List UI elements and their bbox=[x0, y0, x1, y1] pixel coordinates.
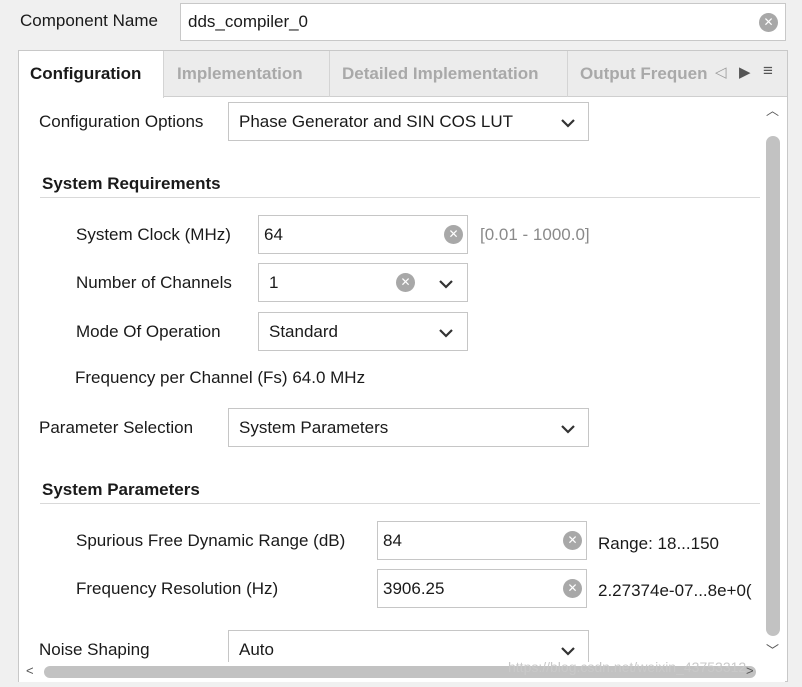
noise-shaping-value: Auto bbox=[239, 640, 274, 659]
system-clock-range: [0.01 - 1000.0] bbox=[480, 225, 590, 244]
watermark-text: https://blog.csdn.net/weixin_43753312 bbox=[508, 659, 747, 675]
mode-label: Mode Of Operation bbox=[76, 322, 221, 341]
system-clock-label: System Clock (MHz) bbox=[76, 225, 231, 244]
section-divider bbox=[40, 197, 760, 198]
component-name-label: Component Name bbox=[20, 11, 158, 30]
clear-circle-icon[interactable]: ✕ bbox=[563, 579, 582, 598]
section-divider bbox=[40, 503, 760, 504]
clear-circle-icon[interactable]: ✕ bbox=[563, 531, 582, 550]
tab-configuration[interactable]: Configuration bbox=[19, 51, 164, 98]
sfdr-value: 84 bbox=[383, 531, 402, 550]
chevron-down-icon bbox=[559, 645, 577, 657]
tab-output-frequencies[interactable]: Output Frequen bbox=[568, 51, 713, 97]
clear-circle-icon[interactable]: ✕ bbox=[444, 225, 463, 244]
clear-circle-icon[interactable]: ✕ bbox=[396, 273, 415, 292]
sfdr-range: Range: 18...150 bbox=[598, 534, 719, 553]
chevron-down-icon bbox=[559, 423, 577, 435]
system-parameters-title: System Parameters bbox=[42, 480, 200, 499]
freq-res-input[interactable]: 3906.25 ✕ bbox=[377, 569, 587, 608]
clear-circle-icon[interactable]: ✕ bbox=[759, 13, 778, 32]
config-options-value: Phase Generator and SIN COS LUT bbox=[239, 112, 514, 131]
sfdr-input[interactable]: 84 ✕ bbox=[377, 521, 587, 560]
component-name-input[interactable]: dds_compiler_0 ✕ bbox=[180, 3, 786, 41]
fs-text: Frequency per Channel (Fs) 64.0 MHz bbox=[75, 368, 366, 387]
sfdr-label: Spurious Free Dynamic Range (dB) bbox=[76, 531, 346, 550]
triangle-right-icon[interactable]: ▶ bbox=[739, 63, 751, 81]
system-clock-value: 64 bbox=[264, 225, 283, 244]
noise-shaping-label: Noise Shaping bbox=[39, 640, 150, 659]
freq-res-value: 3906.25 bbox=[383, 579, 445, 598]
freq-res-range: 2.27374e-07...8e+0( bbox=[598, 581, 752, 600]
noise-shaping-select[interactable]: Auto bbox=[228, 630, 589, 662]
scroll-down-icon[interactable]: ﹀ bbox=[766, 640, 779, 659]
config-options-select[interactable]: Phase Generator and SIN COS LUT bbox=[228, 102, 589, 141]
parameter-selection-value: System Parameters bbox=[239, 418, 389, 437]
tab-implementation[interactable]: Implementation bbox=[164, 51, 330, 97]
scroll-up-icon[interactable]: ︿ bbox=[766, 100, 779, 119]
triangle-left-icon[interactable]: ◁ bbox=[715, 63, 727, 81]
parameter-selection-select[interactable]: System Parameters bbox=[228, 408, 589, 447]
chevron-down-icon bbox=[437, 278, 455, 290]
vertical-scroll-thumb[interactable] bbox=[766, 136, 780, 636]
parameter-selection-label: Parameter Selection bbox=[39, 418, 194, 437]
system-requirements-title: System Requirements bbox=[42, 174, 221, 193]
component-name-value: dds_compiler_0 bbox=[188, 12, 309, 31]
channels-label: Number of Channels bbox=[76, 273, 232, 292]
channels-select[interactable]: 1 ✕ bbox=[258, 263, 468, 302]
chevron-down-icon bbox=[437, 327, 455, 339]
chevron-down-icon bbox=[559, 117, 577, 129]
hamburger-menu-icon[interactable]: ≡ bbox=[763, 61, 773, 81]
channels-value: 1 bbox=[269, 273, 279, 292]
tab-strip: Configuration Implementation Detailed Im… bbox=[19, 51, 787, 98]
noise-shaping-row: Noise Shaping Auto bbox=[19, 626, 761, 662]
freq-res-label: Frequency Resolution (Hz) bbox=[76, 579, 279, 598]
scroll-right-icon[interactable]: > bbox=[746, 663, 754, 678]
mode-value: Standard bbox=[269, 322, 338, 341]
scroll-left-icon[interactable]: < bbox=[26, 663, 34, 678]
system-clock-input[interactable]: 64 ✕ bbox=[258, 215, 468, 254]
tab-detailed-implementation[interactable]: Detailed Implementation bbox=[330, 51, 568, 97]
mode-select[interactable]: Standard bbox=[258, 312, 468, 351]
config-options-label: Configuration Options bbox=[39, 112, 204, 131]
